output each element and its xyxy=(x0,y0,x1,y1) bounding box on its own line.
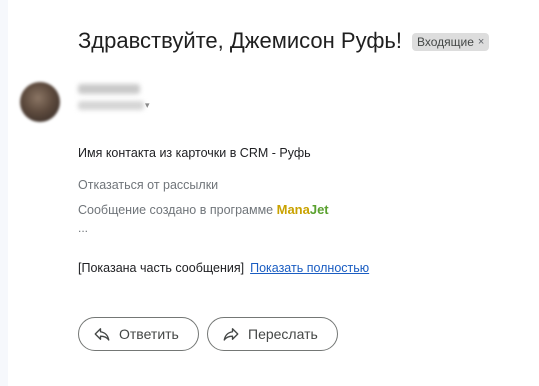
body-contact-line: Имя контакта из карточки в CRM - Руфь xyxy=(78,146,311,160)
sender-avatar[interactable] xyxy=(20,82,60,122)
created-by-line: Сообщение создано в программе ManaJet xyxy=(78,202,329,217)
reply-icon xyxy=(93,325,111,343)
details-caret-icon[interactable]: ▾ xyxy=(145,100,150,111)
reply-button[interactable]: Ответить xyxy=(78,317,199,351)
brand-part-mana: Mana xyxy=(276,202,310,217)
remove-label-icon[interactable]: × xyxy=(478,36,484,48)
brand-part-jet: Jet xyxy=(309,202,329,217)
sender-details-blurred xyxy=(78,101,144,110)
created-prefix: Сообщение создано в программе xyxy=(78,203,274,217)
trimmed-notice: [Показана часть сообщения] xyxy=(78,261,245,275)
forward-label: Переслать xyxy=(248,326,318,342)
sender-name-blurred xyxy=(78,84,140,94)
left-strip xyxy=(0,0,8,386)
show-full-message-link[interactable]: Показать полностью xyxy=(250,261,369,275)
email-subject: Здравствуйте, Джемисон Руфь! xyxy=(78,28,403,53)
subject-row: Здравствуйте, Джемисон Руфь! Входящие × xyxy=(78,28,490,54)
label-chip-text: Входящие xyxy=(417,35,474,49)
forward-icon xyxy=(222,325,240,343)
inbox-label-chip[interactable]: Входящие × xyxy=(412,33,490,51)
forward-button[interactable]: Переслать xyxy=(207,317,338,351)
trimmed-ellipsis[interactable]: ... xyxy=(78,221,88,235)
reply-label: Ответить xyxy=(119,326,179,342)
unsubscribe-text: Отказаться от рассылки xyxy=(78,178,219,192)
trimmed-notice-line: [Показана часть сообщения] Показать полно… xyxy=(78,261,369,275)
manajet-logo: ManaJet xyxy=(277,202,329,217)
